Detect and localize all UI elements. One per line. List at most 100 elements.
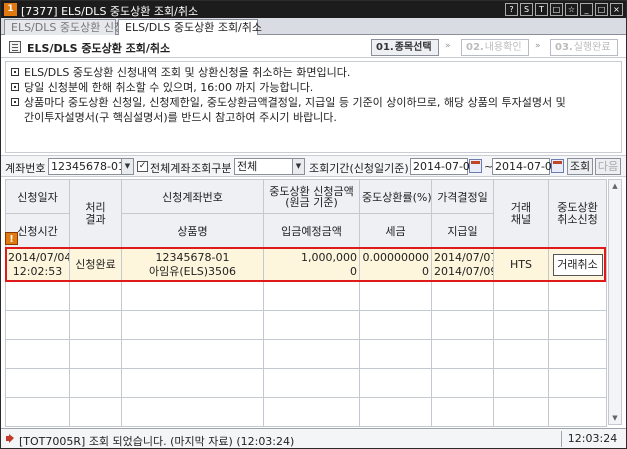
account-label: 계좌번호 [5,162,46,175]
next-button[interactable]: 다음 [595,158,621,175]
warning-icon: ! [5,232,18,245]
cell-account-product: 12345678-01 아임유(ELS)3506 [121,247,264,282]
col-apply-amount: 중도상환 신청금액 (원금 기준) [263,179,360,214]
info-text: 상품마다 중도상환 신청일, 신청제한일, 중도상환금액결정일, 지급일 등 기… [24,96,566,109]
col-redemption-rate: 중도상환률(%) [359,179,432,214]
info-text-continuation: 간이투자설명서(구 핵심설명서)를 반드시 참고하여 주시기 바랍니다. [24,111,337,124]
main-window: 1 [7377] ELS/DLS 중도상환 조회/취소 ? S T □ ☆ _ … [0,0,627,449]
screen-header: ELS/DLS 중도상환 조회/취소 01.종목선택 » 02.내용확인 » 0… [1,36,626,58]
col-pay-date: 지급일 [431,213,494,248]
cancel-trade-button[interactable]: 거래취소 [552,253,603,276]
results-table: 신청일자 처리 결과 신청계좌번호 중도상환 신청금액 (원금 기준) 중도상환… [5,179,607,427]
col-apply-date: 신청일자 [5,179,70,214]
bullet-icon [11,68,19,76]
query-button[interactable]: 조회 [567,158,593,175]
cell-time: 12:02:53 [12,264,63,278]
cell-amount: 1,000,000 [301,250,357,264]
cell-status: 신청완료 [69,247,122,282]
title-bar: 1 [7377] ELS/DLS 중도상환 조회/취소 ? S T □ ☆ _ … [1,1,626,18]
window-title: [7377] ELS/DLS 중도상환 조회/취소 [21,5,199,18]
status-bar: [TOT7005R] 조회 되었습니다. (마지막 자료) (12:03:24)… [1,428,626,448]
date-to-input[interactable]: 2014-07-04 [492,158,559,175]
table-row-empty [5,339,607,369]
table-row-empty [5,310,607,340]
window-controls: ? S T □ ☆ _ □ × [505,3,623,16]
query-type-select[interactable]: 전체 ▼ [234,158,305,175]
tab-early-redemption-query-cancel[interactable]: ELS/DLS 중도상환 조회/취소 [118,19,262,35]
col-channel: 거래 채널 [493,179,549,248]
s-icon[interactable]: S [520,3,533,16]
step-label: 종목선택 [394,42,432,53]
page-title: ELS/DLS 중도상환 조회/취소 [27,42,171,55]
cell-date-time: 2014/07/04 12:02:53 [5,247,70,282]
info-line: 당일 신청분에 한해 취소할 수 있으며, 16:00 까지 가능합니다. [10,80,617,95]
calendar-icon[interactable] [469,159,482,173]
all-accounts-checkbox[interactable]: ✓ [137,161,148,172]
step-number: 02. [466,42,484,53]
table-row[interactable]: 2014/07/04 12:02:53 신청완료 12345678-01 아임유(E… [5,247,607,282]
status-time: 12:03:24 [561,431,623,447]
minimize-icon[interactable]: _ [580,3,593,16]
table-row-empty [5,397,607,427]
step-label: 내용확인 [484,42,522,53]
step-confirm-content[interactable]: 02.내용확인 [461,39,529,56]
help-icon[interactable]: ? [505,3,518,16]
maximize-icon[interactable]: □ [595,3,608,16]
chevron-right-icon: » [445,41,451,51]
table-row-empty [5,281,607,311]
cell-rate-tax: 0.00000000 0 [359,247,432,282]
close-icon[interactable]: × [610,3,623,16]
info-text: 당일 신청분에 한해 취소할 수 있으며, 16:00 까지 가능합니다. [24,81,314,94]
query-type-value: 전체 [237,160,258,173]
table-row-empty [5,368,607,398]
col-apply-account: 신청계좌번호 [121,179,264,214]
star-icon[interactable]: ☆ [565,3,578,16]
cell-rate: 0.00000000 [362,250,429,264]
info-line: 상품마다 중도상환 신청일, 신청제한일, 중도상환금액결정일, 지급일 등 기… [10,95,617,110]
chevron-down-icon[interactable]: ▼ [121,159,133,174]
document-icon [9,41,21,53]
bullet-icon [11,83,19,91]
t-icon[interactable]: T [535,3,548,16]
all-accounts-label: 전체계좌 [150,162,191,175]
cell-cancel: 거래취소 [548,247,607,282]
calendar-icon[interactable] [551,159,564,173]
step-number: 03. [555,42,573,53]
info-line: ELS/DLS 중도상환 신청내역 조회 및 상환신청을 취소하는 화면입니다. [10,65,617,80]
vertical-scrollbar[interactable]: ▲ ▼ [608,179,622,425]
scroll-down-icon[interactable]: ▼ [609,412,621,424]
date-from-input[interactable]: 2014-07-04 [410,158,477,175]
cell-dates: 2014/07/07 2014/07/09 [431,247,494,282]
col-product-name: 상품명 [121,213,264,248]
speaker-icon [6,434,15,443]
step-select-item[interactable]: 01.종목선택 [371,39,439,56]
bullet-icon [11,98,19,106]
link-icon[interactable]: □ [550,3,563,16]
tab-bar: ELS/DLS 중도상환 신청 ELS/DLS 중도상환 조회/취소 [1,18,626,35]
tab-early-redemption-apply[interactable]: ELS/DLS 중도상환 신청 [4,19,124,35]
cell-tax: 0 [422,264,429,278]
cell-amounts: 1,000,000 0 [263,247,360,282]
col-cancel-request: 중도상환 취소신청 [548,179,607,248]
cell-channel: HTS [493,247,549,282]
status-message: [TOT7005R] 조회 되었습니다. (마지막 자료) (12:03:24) [19,435,295,448]
chevron-right-icon: » [535,41,541,51]
window-badge: 1 [4,3,17,16]
scroll-up-icon[interactable]: ▲ [609,180,621,192]
cell-pay-date: 2014/07/09 [434,264,494,278]
period-label: 조회기간(신청일기준) [309,162,409,175]
col-price-date: 가격결정일 [431,179,494,214]
step-number: 01. [376,42,394,53]
col-deposit-amount: 입금예정금액 [263,213,360,248]
cell-date: 2014/07/04 [8,250,70,264]
query-type-label: 조회구분 [191,162,232,175]
table-header-row: 신청일자 처리 결과 신청계좌번호 중도상환 신청금액 (원금 기준) 중도상환… [5,179,607,248]
step-complete[interactable]: 03.실행완료 [550,39,618,56]
step-label: 실행완료 [573,42,611,53]
search-bar: 계좌번호 12345678-01 ▼ ✓ 전체계좌 조회구분 전체 ▼ 조회기간(신… [1,155,626,177]
account-value: 12345678-01 [51,160,125,173]
cell-deposit: 0 [350,264,357,278]
chevron-down-icon[interactable]: ▼ [292,159,304,174]
account-select[interactable]: 12345678-01 ▼ [48,158,134,175]
info-text: ELS/DLS 중도상환 신청내역 조회 및 상환신청을 취소하는 화면입니다. [24,66,351,79]
